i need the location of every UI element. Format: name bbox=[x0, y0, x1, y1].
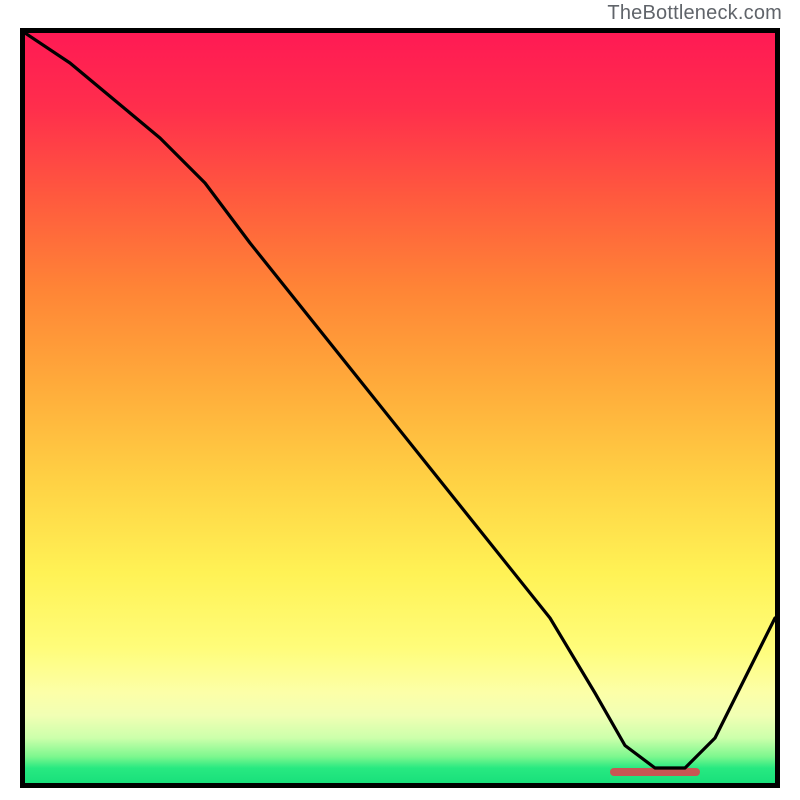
bottleneck-curve bbox=[25, 33, 775, 783]
attribution-label: TheBottleneck.com bbox=[607, 2, 782, 25]
chart-plot-area bbox=[20, 28, 780, 788]
